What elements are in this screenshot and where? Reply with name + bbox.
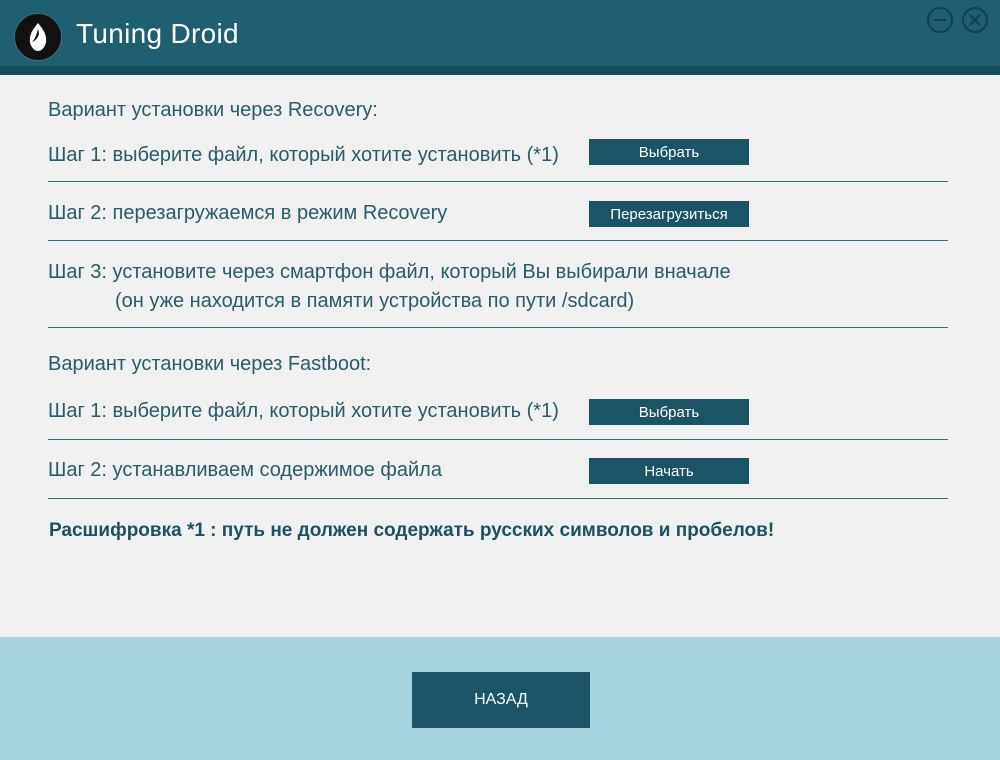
fastboot-step1-text: Шаг 1: выберите файл, который хотите уст… bbox=[48, 400, 559, 422]
main-content: Вариант установки через Recovery: Шаг 1:… bbox=[0, 75, 1000, 637]
footer-bar: НАЗАД bbox=[0, 637, 1000, 760]
app-title: Tuning Droid bbox=[76, 18, 239, 49]
android-leaf-icon bbox=[14, 13, 62, 61]
fastboot-select-button[interactable]: Выбрать bbox=[589, 399, 749, 425]
divider bbox=[48, 181, 948, 182]
reboot-button[interactable]: Перезагрузиться bbox=[589, 201, 749, 227]
recovery-step3-line2: (он уже находится в памяти устройства по… bbox=[115, 290, 635, 312]
recovery-select-button[interactable]: Выбрать bbox=[589, 139, 749, 165]
recovery-heading: Вариант установки через Recovery: bbox=[48, 99, 378, 121]
back-button[interactable]: НАЗАД bbox=[412, 672, 590, 728]
recovery-step1-text: Шаг 1: выберите файл, который хотите уст… bbox=[48, 144, 559, 166]
recovery-step3-line1: Шаг 3: установите через смартфон файл, к… bbox=[48, 261, 731, 283]
fastboot-heading: Вариант установки через Fastboot: bbox=[48, 353, 372, 375]
path-note: Расшифровка *1 : путь не должен содержат… bbox=[49, 520, 775, 541]
recovery-step3-text: Шаг 3: установите через смартфон файл, к… bbox=[48, 261, 731, 313]
divider bbox=[48, 240, 948, 241]
title-bar: Tuning Droid bbox=[0, 0, 1000, 66]
divider bbox=[48, 439, 948, 440]
divider bbox=[48, 327, 948, 328]
recovery-step2-text: Шаг 2: перезагружаемся в режим Recovery bbox=[48, 202, 448, 224]
fastboot-step2-text: Шаг 2: устанавливаем содержимое файла bbox=[48, 459, 442, 481]
start-button[interactable]: Начать bbox=[589, 458, 749, 484]
close-icon[interactable] bbox=[962, 7, 988, 33]
title-bar-stripe bbox=[0, 66, 1000, 75]
divider bbox=[48, 498, 948, 499]
minimize-icon[interactable] bbox=[927, 7, 953, 33]
